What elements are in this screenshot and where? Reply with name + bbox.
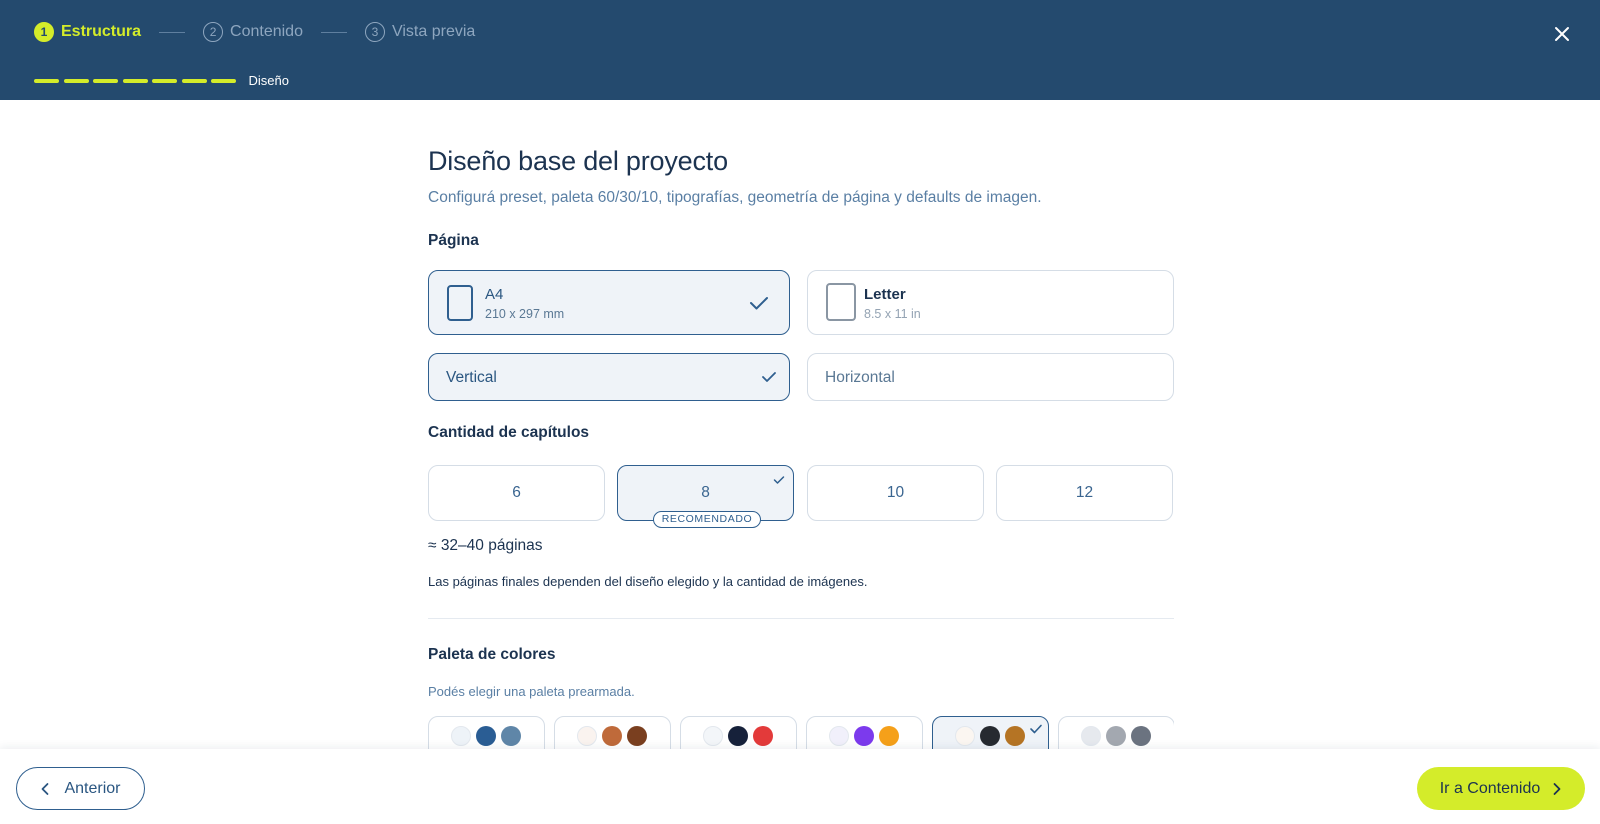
next-button-label: Ir a Contenido [1439,779,1541,797]
check-icon [773,476,785,484]
chevron-left-icon [42,782,49,795]
color-swatch [955,726,975,746]
orientation-label: Vertical [446,369,497,386]
chapter-option-6[interactable]: 6 [428,465,605,521]
page-size-letter[interactable]: Letter 8.5 x 11 in [807,270,1174,335]
step-estructura[interactable]: 1 Estructura [34,22,141,42]
page-title: Diseño base del proyecto [428,146,728,176]
page-size-dims: 210 x 297 mm [485,307,565,321]
color-swatch [1131,726,1151,746]
step-vista-previa[interactable]: 3 Vista previa [364,22,476,42]
step-number: 3 [364,22,385,42]
page-subtitle: Configurá preset, paleta 60/30/10, tipog… [428,189,1042,206]
palette-option[interactable] [806,716,923,750]
page-portrait-icon [447,285,473,321]
step-label: Contenido [230,23,303,40]
color-swatch [627,726,647,746]
page-size-name: A4 [485,286,504,303]
chevron-right-icon [1553,782,1561,795]
step-label: Estructura [61,23,142,40]
color-swatch [1081,726,1101,746]
chapter-option-12[interactable]: 12 [996,465,1173,521]
color-swatch [703,726,723,746]
next-button[interactable]: Ir a Contenido [1417,767,1585,810]
progress-segment [152,78,177,83]
color-swatch [501,726,521,746]
orientation-horizontal[interactable]: Horizontal [807,353,1174,401]
close-button[interactable] [1550,22,1574,46]
color-swatch [753,726,773,746]
step-number: 2 [203,22,224,42]
main-content: Diseño base del proyecto Configurá prese… [428,100,1174,750]
color-swatch [577,726,597,746]
chapter-count: 8 [701,484,710,501]
wizard-footer: Anterior Ir a Contenido [0,749,1600,824]
step-label: Vista previa [391,23,476,40]
color-swatch [451,726,471,746]
step-divider [320,31,347,33]
close-icon [1555,27,1569,41]
chapter-count: 6 [512,484,521,501]
progress-segment [63,78,89,83]
previous-button[interactable]: Anterior [16,767,145,810]
color-swatch [879,726,899,746]
section-label-pagina: Página [428,232,479,249]
color-swatch [980,726,1000,746]
chapters-options: 6 8 RECOMENDADO 10 12 [428,465,1174,535]
page-size-a4[interactable]: A4 210 x 297 mm [428,270,790,335]
color-swatch [602,726,622,746]
step-divider [159,31,186,33]
palette-hint: Podés elegir una paleta prearmada. [428,684,635,699]
chapter-count: 12 [1075,484,1094,501]
check-icon [1030,724,1042,734]
palette-option[interactable] [680,716,797,750]
color-swatch [829,726,849,746]
previous-button-label: Anterior [64,779,121,797]
section-label-capitulos: Cantidad de capítulos [428,424,590,441]
palette-option[interactable] [1058,716,1174,750]
pages-note: Las páginas finales dependen del diseño … [428,574,868,589]
orientation-label: Horizontal [825,369,895,386]
progress-label: Diseño [248,73,289,88]
recommended-badge: RECOMENDADO [653,511,761,528]
orientation-vertical[interactable]: Vertical [428,353,790,401]
color-swatch [728,726,748,746]
color-swatch [854,726,874,746]
color-swatch [1005,726,1025,746]
check-icon [750,297,768,310]
step-contenido[interactable]: 2 Contenido [203,22,303,42]
progress-segment [122,78,148,83]
chapter-option-8[interactable]: 8 RECOMENDADO [617,465,794,528]
progress-segment [34,78,59,83]
pages-estimate: ≈ 32–40 páginas [428,537,543,554]
progress-segment [93,78,118,83]
wizard-header: 1 Estructura 2 Contenido 3 Vista previa … [0,0,1600,100]
stepper: 1 Estructura 2 Contenido 3 Vista previa [34,22,475,42]
section-divider [428,618,1174,619]
progress-bar: Diseño [34,73,289,88]
page-size-dims: 8.5 x 11 in [864,307,921,321]
palette-option[interactable] [428,716,545,750]
page-size-name: Letter [864,286,906,303]
palette-option[interactable] [554,716,671,750]
palette-options [428,716,1174,750]
color-swatch [476,726,496,746]
progress-segment [181,78,207,83]
chapter-option-10[interactable]: 10 [807,465,984,521]
chapter-count: 10 [886,484,905,501]
palette-option[interactable] [932,716,1049,750]
section-label-paleta: Paleta de colores [428,646,556,663]
progress-segment [211,78,236,83]
page-portrait-icon [826,283,856,321]
color-swatch [1106,726,1126,746]
check-icon [762,372,776,382]
step-number: 1 [34,22,54,42]
